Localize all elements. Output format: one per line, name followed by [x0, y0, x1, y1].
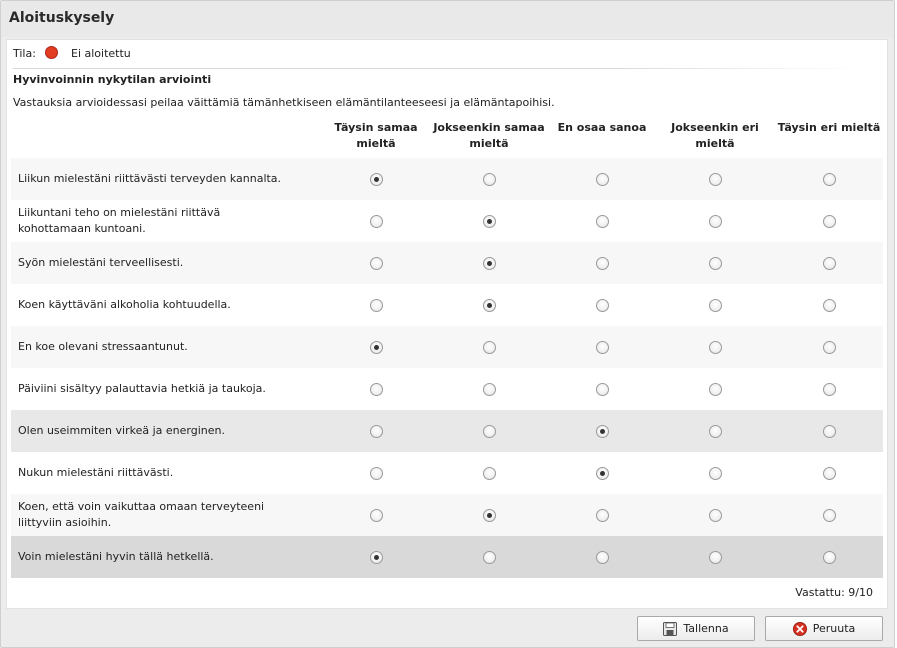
- answer-radio[interactable]: [822, 257, 836, 270]
- answer-radio[interactable]: [482, 509, 496, 522]
- question-row: Liikun mielestäni riittävästi terveyden …: [11, 158, 883, 200]
- column-header: Täysin eri mieltä: [777, 121, 881, 134]
- answer-radio[interactable]: [595, 299, 609, 312]
- answer-radio[interactable]: [482, 383, 496, 396]
- answer-radio[interactable]: [708, 341, 722, 354]
- answer-radio[interactable]: [595, 341, 609, 354]
- status-indicator-icon: [45, 46, 58, 59]
- column-header: Täysin samaa mieltä: [334, 121, 418, 150]
- answer-radio[interactable]: [369, 383, 383, 396]
- answer-radio[interactable]: [822, 509, 836, 522]
- question-row: Päiviini sisältyy palauttavia hetkiä ja …: [11, 368, 883, 410]
- answer-radio[interactable]: [482, 173, 496, 186]
- answer-radio[interactable]: [482, 551, 496, 564]
- question-text: Nukun mielestäni riittävästi.: [18, 466, 174, 479]
- question-text: Liikuntani teho on mielestäni riittävä k…: [18, 206, 221, 235]
- question-row: Liikuntani teho on mielestäni riittävä k…: [11, 200, 883, 242]
- section-intro: Vastauksia arvioidessasi peilaa väittämi…: [13, 96, 555, 109]
- answer-radio[interactable]: [595, 551, 609, 564]
- save-button-label: Tallenna: [683, 622, 729, 635]
- answer-radio[interactable]: [708, 551, 722, 564]
- answer-radio[interactable]: [595, 215, 609, 228]
- question-row: Voin mielestäni hyvin tällä hetkellä.: [11, 536, 883, 578]
- question-row: Nukun mielestäni riittävästi.: [11, 452, 883, 494]
- cancel-button-label: Peruuta: [812, 622, 856, 635]
- question-text: Voin mielestäni hyvin tällä hetkellä.: [18, 550, 214, 563]
- question-text: Syön mielestäni terveellisesti.: [18, 256, 184, 269]
- save-icon: [663, 621, 678, 636]
- column-header: Jokseenkin samaa mieltä: [433, 121, 545, 150]
- divider: [13, 68, 863, 69]
- section-title: Hyvinvoinnin nykytilan arviointi: [13, 73, 212, 86]
- column-header: Jokseenkin eri mieltä: [671, 121, 759, 150]
- answer-radio[interactable]: [369, 299, 383, 312]
- question-list: Liikun mielestäni riittävästi terveyden …: [11, 158, 883, 578]
- cancel-button[interactable]: Peruuta: [765, 616, 883, 641]
- answer-radio[interactable]: [822, 215, 836, 228]
- answer-radio[interactable]: [822, 173, 836, 186]
- answer-radio[interactable]: [822, 341, 836, 354]
- question-row: Koen käyttäväni alkoholia kohtuudella.: [11, 284, 883, 326]
- answer-radio[interactable]: [822, 551, 836, 564]
- question-text: Koen käyttäväni alkoholia kohtuudella.: [18, 298, 231, 311]
- question-text: Koen, että voin vaikuttaa omaan terveyte…: [18, 500, 265, 529]
- answer-radio[interactable]: [595, 383, 609, 396]
- answer-radio[interactable]: [822, 467, 836, 480]
- answer-radio[interactable]: [822, 425, 836, 438]
- answer-radio[interactable]: [708, 215, 722, 228]
- answer-radio[interactable]: [708, 425, 722, 438]
- cancel-icon: [792, 621, 807, 636]
- answer-radio[interactable]: [369, 551, 383, 564]
- answer-radio[interactable]: [595, 425, 609, 438]
- status-label: Tila:: [13, 47, 36, 60]
- question-row: En koe olevani stressaantunut.: [11, 326, 883, 368]
- survey-panel: Tila: Ei aloitettu Hyvinvoinnin nykytila…: [6, 39, 888, 609]
- question-text: En koe olevani stressaantunut.: [18, 340, 188, 353]
- question-text: Päiviini sisältyy palauttavia hetkiä ja …: [18, 382, 266, 395]
- answer-radio[interactable]: [708, 467, 722, 480]
- survey-dialog: Aloituskysely Tila: Ei aloitettu Hyvinvo…: [0, 0, 895, 648]
- answer-radio[interactable]: [822, 383, 836, 396]
- answer-radio[interactable]: [482, 299, 496, 312]
- answer-radio[interactable]: [595, 509, 609, 522]
- save-button[interactable]: Tallenna: [637, 616, 755, 641]
- answer-radio[interactable]: [369, 425, 383, 438]
- question-text: Olen useimmiten virkeä ja energinen.: [18, 424, 225, 437]
- answer-radio[interactable]: [595, 173, 609, 186]
- answer-radio[interactable]: [482, 215, 496, 228]
- answer-radio[interactable]: [708, 509, 722, 522]
- answer-radio[interactable]: [369, 215, 383, 228]
- title-bar: Aloituskysely: [1, 1, 894, 37]
- column-header: En osaa sanoa: [557, 121, 647, 134]
- answer-radio[interactable]: [822, 299, 836, 312]
- answer-radio[interactable]: [595, 467, 609, 480]
- answer-radio[interactable]: [369, 467, 383, 480]
- answer-radio[interactable]: [482, 467, 496, 480]
- answer-radio[interactable]: [369, 173, 383, 186]
- answer-radio[interactable]: [595, 257, 609, 270]
- question-row: Koen, että voin vaikuttaa omaan terveyte…: [11, 494, 883, 536]
- answer-radio[interactable]: [708, 383, 722, 396]
- question-text: Liikun mielestäni riittävästi terveyden …: [18, 172, 282, 185]
- answer-radio[interactable]: [708, 173, 722, 186]
- answer-radio[interactable]: [482, 425, 496, 438]
- answer-radio[interactable]: [482, 257, 496, 270]
- question-row: Olen useimmiten virkeä ja energinen.: [11, 410, 883, 452]
- answer-radio[interactable]: [369, 509, 383, 522]
- answer-radio[interactable]: [708, 299, 722, 312]
- answer-radio[interactable]: [369, 257, 383, 270]
- window-title: Aloituskysely: [9, 10, 115, 26]
- answer-radio[interactable]: [708, 257, 722, 270]
- answer-radio[interactable]: [369, 341, 383, 354]
- status-value: Ei aloitettu: [71, 47, 131, 60]
- answered-count: Vastattu: 9/10: [795, 586, 873, 599]
- question-row: Syön mielestäni terveellisesti.: [11, 242, 883, 284]
- answer-radio[interactable]: [482, 341, 496, 354]
